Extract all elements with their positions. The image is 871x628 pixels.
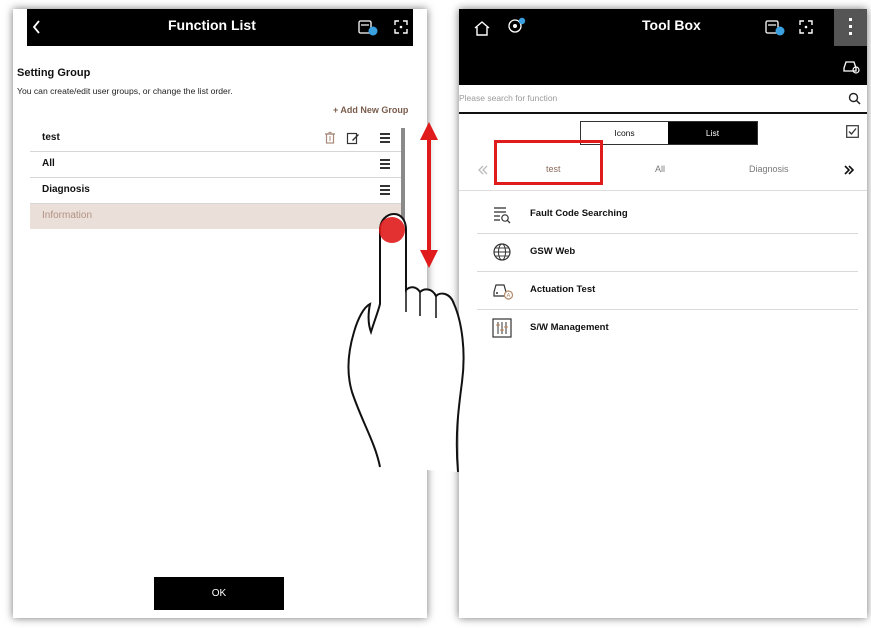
- reorder-handle-icon[interactable]: [380, 133, 390, 143]
- home-icon[interactable]: [473, 19, 491, 37]
- group-tab-all[interactable]: All: [655, 164, 665, 174]
- group-row-diagnosis[interactable]: Diagnosis: [30, 178, 402, 204]
- vehicle-banner: [459, 46, 867, 85]
- toolbox-header: Tool Box: [459, 9, 867, 46]
- setting-group-description: You can create/edit user groups, or chan…: [17, 86, 233, 96]
- hand-pointer-icon: [347, 212, 465, 473]
- vehicle-settings-icon[interactable]: [505, 16, 527, 36]
- function-list-title: Function List: [168, 17, 256, 33]
- function-row-gsw-web[interactable]: GSW Web: [477, 234, 858, 272]
- scroll-left-icon[interactable]: [477, 164, 489, 176]
- add-new-group-link[interactable]: + Add New Group: [333, 105, 408, 115]
- toolbox-panel: Tool Box Please search for function Icon…: [459, 9, 867, 618]
- vehicle-id-icon[interactable]: [357, 17, 379, 37]
- function-list-header: Function List: [27, 9, 413, 46]
- fault-code-search-icon: [492, 205, 512, 225]
- search-icon[interactable]: [848, 92, 861, 105]
- setting-group-heading: Setting Group: [17, 67, 91, 79]
- function-row-fault-code-searching[interactable]: Fault Code Searching: [477, 196, 858, 234]
- fullscreen-icon[interactable]: [798, 19, 814, 35]
- edit-icon[interactable]: [346, 131, 360, 145]
- function-label: Fault Code Searching: [530, 208, 628, 219]
- car-actuation-icon: A: [492, 281, 514, 301]
- car-icon[interactable]: [842, 58, 860, 74]
- highlight-test-tab: [494, 140, 603, 185]
- fullscreen-icon[interactable]: [393, 19, 409, 35]
- function-row-sw-management[interactable]: S/W Management: [477, 310, 858, 347]
- group-label: Information: [42, 210, 93, 221]
- view-toggle: Icons List: [580, 121, 758, 145]
- toolbox-title: Tool Box: [642, 17, 701, 33]
- reorder-handle-icon[interactable]: [380, 159, 390, 169]
- group-row-test[interactable]: test: [30, 126, 402, 152]
- svg-text:A: A: [507, 293, 511, 299]
- search-placeholder: Please search for function: [459, 93, 558, 103]
- group-label: All: [42, 158, 55, 169]
- delete-icon[interactable]: [323, 131, 337, 145]
- back-chevron-icon[interactable]: [31, 19, 43, 35]
- more-menu-icon[interactable]: [834, 9, 867, 46]
- group-label: test: [42, 132, 60, 143]
- list-view-button[interactable]: List: [668, 122, 757, 144]
- function-label: GSW Web: [530, 246, 576, 257]
- function-list: Fault Code Searching GSW Web A Actuation…: [459, 196, 867, 346]
- vehicle-id-icon[interactable]: [764, 17, 786, 37]
- function-row-actuation-test[interactable]: A Actuation Test: [477, 272, 858, 310]
- ok-button[interactable]: OK: [154, 577, 284, 610]
- group-tab-diagnosis[interactable]: Diagnosis: [749, 164, 789, 174]
- group-row-all[interactable]: All: [30, 152, 402, 178]
- search-bar[interactable]: Please search for function: [459, 85, 867, 114]
- function-label: Actuation Test: [530, 284, 596, 295]
- ok-button-label: OK: [211, 588, 227, 599]
- checkbox-icon[interactable]: [846, 125, 859, 138]
- reorder-handle-icon[interactable]: [380, 185, 390, 195]
- globe-icon: [492, 242, 512, 262]
- scroll-right-icon[interactable]: [843, 164, 855, 176]
- group-label: Diagnosis: [42, 184, 90, 195]
- sliders-icon: [492, 318, 512, 338]
- function-label: S/W Management: [530, 322, 609, 333]
